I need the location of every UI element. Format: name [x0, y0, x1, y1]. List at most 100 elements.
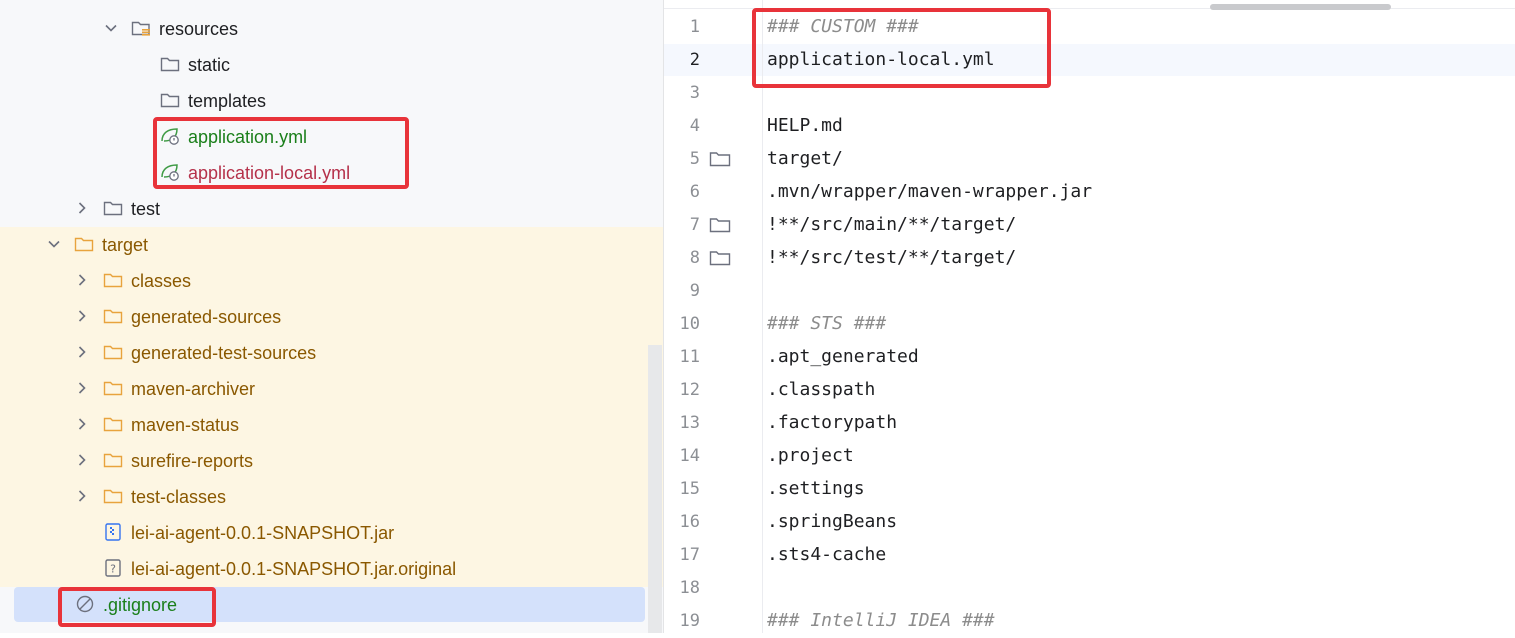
- tree-node-label: surefire-reports: [131, 451, 254, 471]
- line-number: 6: [689, 182, 700, 202]
- chevron-right-icon[interactable]: [75, 489, 89, 503]
- tree-node-surefire-reports[interactable]: surefire-reports: [0, 443, 663, 479]
- editor-line[interactable]: 19 ### IntelliJ IDEA ###: [664, 605, 1515, 638]
- tree-node-test[interactable]: test: [0, 191, 663, 227]
- line-text: .factorypath: [767, 412, 898, 433]
- line-text: ### IntelliJ IDEA ###: [767, 610, 995, 631]
- editor-line[interactable]: 13 .factorypath: [664, 407, 1515, 440]
- editor-line[interactable]: 10 ### STS ###: [664, 308, 1515, 341]
- line-number: 5: [689, 149, 700, 169]
- tree-node-label: generated-sources: [131, 307, 282, 327]
- tree-node-snapshot-jar-original[interactable]: ? lei-ai-agent-0.0.1-SNAPSHOT.jar.origin…: [0, 551, 663, 587]
- tree-node-label: test: [131, 199, 161, 219]
- excluded-folder-icon: [103, 417, 123, 432]
- tree-node-label: classes: [131, 271, 192, 291]
- editor-line[interactable]: 11 .apt_generated: [664, 341, 1515, 374]
- line-text: .mvn/wrapper/maven-wrapper.jar: [767, 181, 1093, 202]
- editor-line[interactable]: 15 .settings: [664, 473, 1515, 506]
- line-number: 18: [679, 578, 700, 598]
- editor-line[interactable]: 5 target/: [664, 143, 1515, 176]
- excluded-folder-icon: [103, 345, 123, 360]
- tree-node-label: resources: [159, 19, 239, 39]
- tree-node-static[interactable]: static: [0, 47, 663, 83]
- line-number: 1: [689, 17, 700, 37]
- jar-file-icon: [105, 523, 121, 541]
- tree-node-maven-archiver[interactable]: maven-archiver: [0, 371, 663, 407]
- line-text: .springBeans: [767, 511, 898, 532]
- line-number: 14: [679, 446, 700, 466]
- line-number: 2: [689, 50, 700, 70]
- horizontal-scrollbar-thumb[interactable]: [1210, 4, 1391, 10]
- folder-icon: [160, 93, 180, 108]
- excluded-folder-icon: [74, 237, 94, 252]
- tree-node-label: maven-archiver: [131, 379, 256, 399]
- line-number: 12: [679, 380, 700, 400]
- unknown-file-icon: ?: [105, 559, 121, 577]
- line-number: 15: [679, 479, 700, 499]
- tree-node-test-classes[interactable]: test-classes: [0, 479, 663, 515]
- excluded-folder-icon: [103, 309, 123, 324]
- line-text: .classpath: [767, 379, 876, 400]
- tree-node-maven-status[interactable]: maven-status: [0, 407, 663, 443]
- annotation-box-gitignore: [58, 587, 216, 627]
- editor-line[interactable]: 18: [664, 572, 1515, 605]
- line-number: 16: [679, 512, 700, 532]
- tree-node-snapshot-jar[interactable]: lei-ai-agent-0.0.1-SNAPSHOT.jar: [0, 515, 663, 551]
- tree-node-generated-sources[interactable]: generated-sources: [0, 299, 663, 335]
- tree-node-label: maven-status: [131, 415, 240, 435]
- chevron-right-icon[interactable]: [75, 417, 89, 431]
- chevron-right-icon[interactable]: [75, 273, 89, 287]
- tree-node-target[interactable]: target: [0, 227, 663, 263]
- editor-line[interactable]: 9: [664, 275, 1515, 308]
- tree-node-resources[interactable]: resources: [0, 11, 663, 47]
- line-text: HELP.md: [767, 115, 843, 136]
- folder-icon: [103, 201, 123, 216]
- line-number: 13: [679, 413, 700, 433]
- line-number: 4: [689, 116, 700, 136]
- folder-gutter-icon[interactable]: [709, 250, 731, 266]
- chevron-down-icon[interactable]: [47, 237, 61, 251]
- tree-node-templates[interactable]: templates: [0, 83, 663, 119]
- tree-node-label: target: [102, 235, 149, 255]
- line-text: .settings: [767, 478, 865, 499]
- svg-text:?: ?: [110, 563, 116, 576]
- line-number: 9: [689, 281, 700, 301]
- excluded-folder-icon: [103, 453, 123, 468]
- tree-node-label: generated-test-sources: [131, 343, 317, 363]
- editor-line[interactable]: 6 .mvn/wrapper/maven-wrapper.jar: [664, 176, 1515, 209]
- tree-node-label: lei-ai-agent-0.0.1-SNAPSHOT.jar.original: [131, 559, 457, 579]
- editor-line[interactable]: 4 HELP.md: [664, 110, 1515, 143]
- folder-gutter-icon[interactable]: [709, 217, 731, 233]
- tree-node-classes[interactable]: classes: [0, 263, 663, 299]
- chevron-down-icon[interactable]: [104, 21, 118, 35]
- tree-node-label: templates: [188, 91, 267, 111]
- chevron-right-icon[interactable]: [75, 309, 89, 323]
- line-text: ### STS ###: [767, 313, 887, 334]
- editor-line[interactable]: 16 .springBeans: [664, 506, 1515, 539]
- line-text: .project: [767, 445, 854, 466]
- gitignore-editor[interactable]: 1 ### CUSTOM ### 2 application-local.yml…: [663, 0, 1515, 633]
- tree-node-generated-test-sources[interactable]: generated-test-sources: [0, 335, 663, 371]
- line-number: 11: [679, 347, 700, 367]
- line-number: 8: [689, 248, 700, 268]
- chevron-right-icon[interactable]: [75, 201, 89, 215]
- tree-scrollbar[interactable]: [648, 345, 662, 633]
- excluded-folder-icon: [103, 273, 123, 288]
- line-text: !**/src/test/**/target/: [767, 247, 1017, 268]
- line-number: 3: [689, 83, 700, 103]
- chevron-right-icon[interactable]: [75, 453, 89, 467]
- project-tree: resources static templates application.y…: [0, 0, 663, 633]
- folder-gutter-icon[interactable]: [709, 151, 731, 167]
- tree-node-label: lei-ai-agent-0.0.1-SNAPSHOT.jar: [131, 523, 395, 543]
- line-number: 10: [679, 314, 700, 334]
- resources-folder-icon: [131, 21, 150, 36]
- editor-line[interactable]: 12 .classpath: [664, 374, 1515, 407]
- chevron-right-icon[interactable]: [75, 345, 89, 359]
- editor-line[interactable]: 7 !**/src/main/**/target/: [664, 209, 1515, 242]
- tree-node-label: test-classes: [131, 487, 227, 507]
- folder-icon: [160, 57, 180, 72]
- editor-line[interactable]: 8 !**/src/test/**/target/: [664, 242, 1515, 275]
- editor-line[interactable]: 14 .project: [664, 440, 1515, 473]
- editor-line[interactable]: 17 .sts4-cache: [664, 539, 1515, 572]
- chevron-right-icon[interactable]: [75, 381, 89, 395]
